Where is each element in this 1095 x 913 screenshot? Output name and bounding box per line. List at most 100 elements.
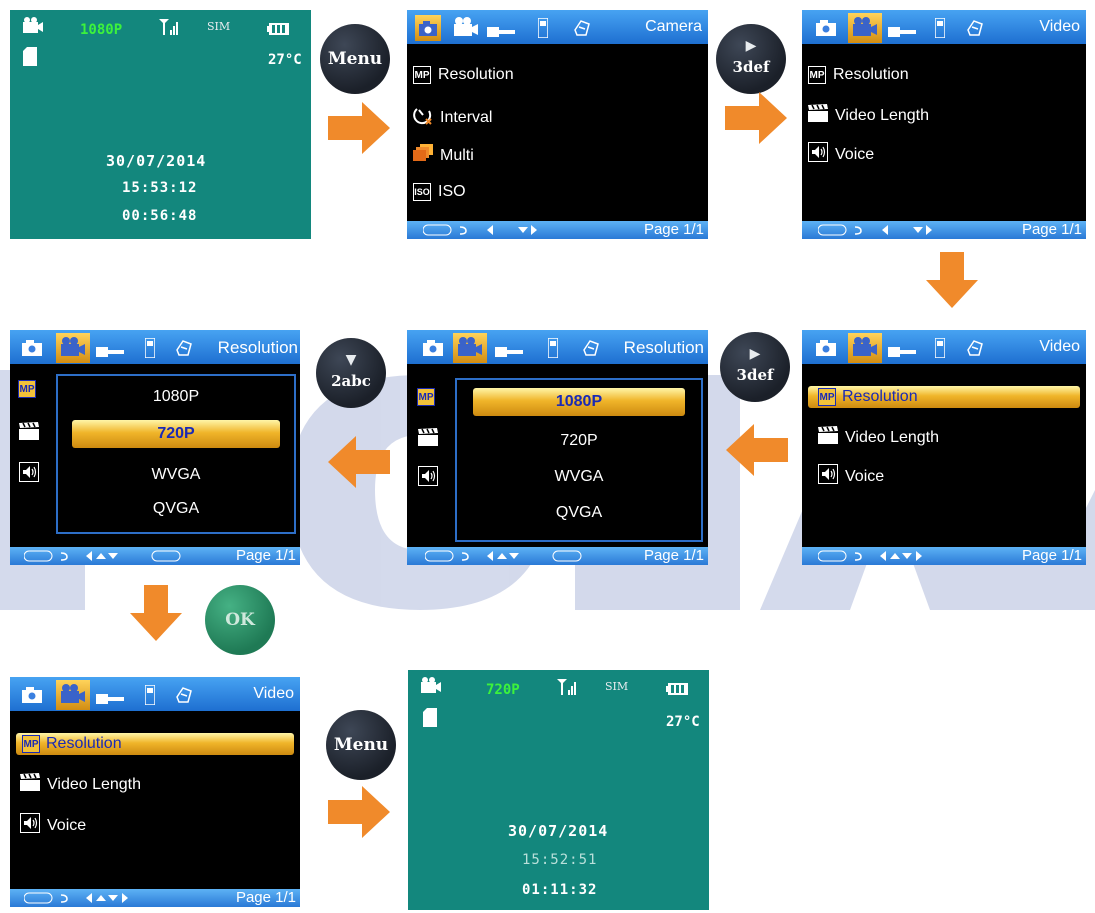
status-screen-updated: 720P SIM 27°C 30/07/2014 15:52:51 01:11:… [408, 670, 709, 910]
mp-icon: MP [22, 735, 40, 753]
menu-key: Menu [326, 710, 396, 780]
hand-tab-icon [965, 18, 985, 43]
resolution-options: 1080P 720P WVGA QVGA [455, 378, 703, 542]
speaker-icon [418, 466, 438, 491]
nav-hints-icon [818, 224, 932, 236]
page-indicator: Page 1/1 [235, 889, 296, 906]
video-tab-icon [852, 16, 878, 43]
phone-tab-icon [144, 337, 156, 363]
speaker-icon [818, 464, 838, 489]
bottom-bar: Page 1/1 [10, 547, 300, 565]
menu-item-voice[interactable]: Voice [808, 142, 874, 167]
video-menu-highlighted: Video MP Resolution Video Length Voice P… [802, 330, 1086, 565]
signal-icon [556, 678, 576, 700]
video-tab-icon [852, 336, 878, 363]
option-wvga[interactable]: WVGA [58, 466, 294, 484]
date: 30/07/2014 [508, 822, 609, 840]
option-qvga[interactable]: QVGA [457, 504, 701, 522]
phone-tab-icon [144, 684, 156, 710]
clapper-icon [808, 104, 828, 127]
hand-tab-icon [174, 685, 194, 710]
ok-key: OK [205, 585, 275, 655]
nav-hints-icon [425, 550, 582, 562]
video-menu-screen: Video MP Resolution Video Length Voice P… [802, 10, 1086, 239]
option-720p[interactable]: 720P [457, 432, 701, 450]
menu-item-resolution[interactable]: MP Resolution [16, 733, 294, 755]
sd-card-icon [422, 708, 438, 732]
camera-menu-screen: Camera MP Resolution Interval Multi ISO … [407, 10, 708, 239]
camera-tab-icon [22, 340, 42, 361]
tab-bar: Video [10, 677, 300, 711]
right-arrow [328, 786, 390, 838]
tab-bar: Video [802, 10, 1086, 44]
option-qvga[interactable]: QVGA [58, 500, 294, 518]
tab-bar: Resolution [10, 330, 300, 364]
right-key: ▶ 3def [720, 332, 790, 402]
menu-item-resolution[interactable]: MP Resolution [808, 386, 1080, 408]
video-tab-icon [60, 336, 86, 363]
menu-item-voice[interactable]: Voice [20, 813, 86, 838]
video-camera-icon [420, 676, 442, 698]
mp-icon: MP [18, 380, 36, 398]
bottom-bar: Page 1/1 [407, 221, 708, 239]
settings-tab-icon [888, 24, 916, 42]
bottom-bar: Page 1/1 [802, 221, 1086, 239]
settings-tab-icon [96, 691, 124, 709]
nav-hints-icon [24, 550, 181, 562]
page-indicator: Page 1/1 [1021, 547, 1082, 564]
settings-tab-icon [487, 24, 515, 42]
down-arrow [130, 585, 182, 641]
clapper-icon [818, 426, 838, 449]
resolution-options: 1080P 720P WVGA QVGA [56, 374, 296, 534]
menu-item-resolution[interactable]: MP Resolution [413, 66, 514, 84]
menu-item-multi[interactable]: Multi [413, 144, 474, 167]
resolution-indicator: 720P [486, 682, 520, 698]
menu-item-resolution[interactable]: MP Resolution [808, 66, 909, 84]
resolution-popup-720p: Resolution MP 1080P 720P WVGA QVGA Page … [10, 330, 300, 565]
clapper-icon [418, 428, 438, 451]
menu-item-voice[interactable]: Voice [818, 464, 884, 489]
status-screen-initial: 1080P SIM 27°C 30/07/2014 15:53:12 00:56… [10, 10, 311, 239]
menu-title: Resolution [217, 338, 298, 357]
nav-hints-icon [423, 224, 537, 236]
hand-tab-icon [965, 338, 985, 363]
menu-item-iso[interactable]: ISO ISO [413, 183, 466, 201]
page-indicator: Page 1/1 [235, 547, 296, 564]
menu-title: Resolution [623, 338, 704, 357]
option-720p[interactable]: 720P [72, 420, 280, 448]
nav-hints-icon [24, 892, 128, 904]
option-1080p[interactable]: 1080P [58, 388, 294, 406]
clock-time: 15:53:12 [122, 180, 198, 196]
right-key: ▶ 3def [716, 24, 786, 94]
temperature: 27°C [268, 52, 302, 68]
menu-title: Video [1039, 338, 1080, 355]
camera-tab-icon [816, 20, 836, 41]
timer-icon [413, 105, 433, 130]
option-wvga[interactable]: WVGA [457, 468, 701, 486]
menu-key: Menu [320, 24, 390, 94]
clapper-icon [19, 422, 39, 445]
option-1080p[interactable]: 1080P [473, 388, 685, 416]
video-tab-icon [457, 336, 483, 363]
video-tab-icon [453, 16, 479, 43]
menu-item-video-length[interactable]: Video Length [20, 773, 141, 796]
settings-tab-icon [888, 344, 916, 362]
mp-icon: MP [413, 66, 431, 84]
bottom-bar: Page 1/1 [802, 547, 1086, 565]
mp-icon: MP [417, 388, 435, 406]
speaker-icon [19, 462, 39, 487]
record-counter: 00:56:48 [122, 208, 198, 224]
speaker-icon [808, 142, 828, 167]
hand-tab-icon [572, 18, 592, 43]
date: 30/07/2014 [106, 152, 207, 170]
phone-tab-icon [547, 337, 559, 363]
clock-time: 15:52:51 [522, 852, 598, 868]
right-arrow [725, 92, 787, 144]
menu-item-video-length[interactable]: Video Length [808, 104, 929, 127]
menu-item-video-length[interactable]: Video Length [818, 426, 939, 449]
camera-tab-icon [419, 21, 437, 41]
bottom-bar: Page 1/1 [407, 547, 708, 565]
menu-item-interval[interactable]: Interval [413, 105, 492, 130]
mp-icon: MP [808, 66, 826, 84]
multi-shot-icon [413, 144, 433, 167]
